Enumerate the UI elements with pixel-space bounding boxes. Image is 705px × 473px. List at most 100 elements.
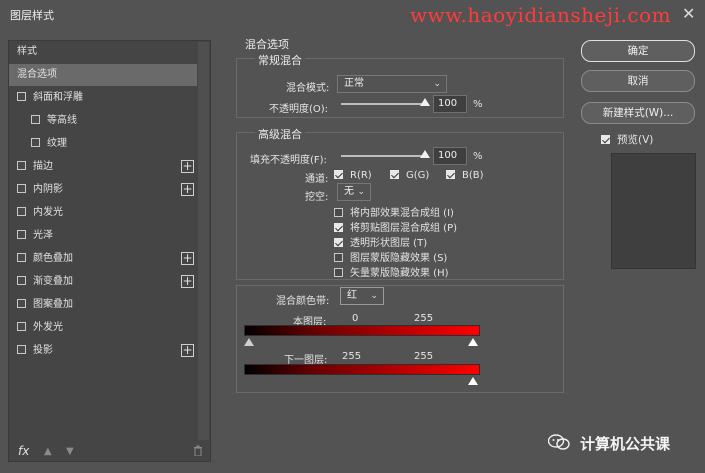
checkbox[interactable] bbox=[17, 276, 26, 285]
sidebar-item-bevel-emboss[interactable]: 斜面和浮雕 bbox=[9, 87, 197, 109]
sidebar-item-contour[interactable]: 等高线 bbox=[9, 110, 197, 132]
sidebar-item-label: 颜色叠加 bbox=[33, 253, 73, 264]
opacity-label: 不透明度(O): bbox=[269, 104, 329, 115]
fill-opacity-input[interactable]: 100 bbox=[433, 147, 467, 165]
advanced-blending-heading: 高级混合 bbox=[255, 126, 305, 142]
this-layer-high-value: 255 bbox=[414, 313, 434, 324]
this-layer-black-slider[interactable] bbox=[244, 338, 254, 346]
checkbox[interactable] bbox=[17, 184, 26, 193]
channel-b-checkbox[interactable]: B(B) bbox=[446, 170, 484, 181]
wechat-icon bbox=[547, 434, 570, 450]
opacity-unit: % bbox=[473, 99, 483, 110]
knockout-select[interactable]: 无 ⌄ bbox=[337, 183, 371, 201]
checkbox[interactable] bbox=[334, 170, 343, 179]
sidebar-item-color-overlay[interactable]: 颜色叠加 + bbox=[9, 248, 197, 270]
checkbox[interactable] bbox=[17, 161, 26, 170]
watermark-text: www.haoyidiansheji.com bbox=[410, 3, 672, 27]
dialog-title: 图层样式 bbox=[10, 9, 54, 22]
fill-opacity-unit: % bbox=[473, 151, 483, 162]
blend-mode-select[interactable]: 正常 ⌄ bbox=[337, 75, 447, 93]
channel-g-checkbox[interactable]: G(G) bbox=[390, 170, 429, 181]
sidebar-item-label: 图案叠加 bbox=[33, 299, 73, 310]
add-icon[interactable]: + bbox=[181, 183, 194, 196]
checkbox[interactable] bbox=[17, 345, 26, 354]
checkbox[interactable] bbox=[17, 230, 26, 239]
chevron-down-icon: ⌄ bbox=[357, 187, 365, 197]
sidebar-item-stroke[interactable]: 描边 + bbox=[9, 156, 197, 178]
checkbox[interactable] bbox=[446, 170, 455, 179]
underlying-white-slider[interactable] bbox=[468, 377, 478, 385]
blend-if-select[interactable]: 红 ⌄ bbox=[340, 287, 384, 305]
option-transparency-shapes[interactable]: 透明形状图层 (T) bbox=[334, 234, 427, 249]
checkbox[interactable] bbox=[17, 253, 26, 262]
checkbox[interactable] bbox=[334, 253, 343, 262]
sidebar-item-pattern-overlay[interactable]: 图案叠加 bbox=[9, 294, 197, 316]
opacity-input[interactable]: 100 bbox=[433, 95, 467, 113]
close-icon[interactable]: ✕ bbox=[682, 4, 695, 23]
sidebar-item-styles[interactable]: 样式 bbox=[9, 41, 197, 63]
chevron-down-icon: ⌄ bbox=[433, 79, 441, 89]
sidebar-item-blending-options[interactable]: 混合选项 bbox=[9, 64, 197, 86]
checkbox[interactable] bbox=[601, 135, 610, 144]
option-blend-interior-effects[interactable]: 将内部效果混合成组 (I) bbox=[334, 204, 454, 219]
sidebar-item-label: 等高线 bbox=[47, 115, 77, 126]
blend-if-label: 混合颜色带: bbox=[276, 296, 330, 307]
checkbox[interactable] bbox=[334, 268, 343, 277]
ok-button[interactable]: 确定 bbox=[581, 40, 695, 62]
checkbox[interactable] bbox=[390, 170, 399, 179]
add-icon[interactable]: + bbox=[181, 160, 194, 173]
fill-opacity-slider-knob[interactable] bbox=[420, 150, 430, 158]
sidebar-item-inner-shadow[interactable]: 内阴影 + bbox=[9, 179, 197, 201]
sidebar-item-label: 外发光 bbox=[33, 322, 63, 333]
sidebar-scrollbar[interactable] bbox=[198, 42, 209, 440]
checkbox[interactable] bbox=[17, 299, 26, 308]
this-layer-gradient-bar bbox=[244, 325, 480, 336]
sidebar-item-inner-glow[interactable]: 内发光 bbox=[9, 202, 197, 224]
sidebar-item-label: 投影 bbox=[33, 345, 53, 356]
sidebar-item-label: 样式 bbox=[17, 46, 37, 57]
fx-icon[interactable]: fx bbox=[18, 444, 29, 458]
add-icon[interactable]: + bbox=[181, 344, 194, 357]
checkbox[interactable] bbox=[17, 207, 26, 216]
sidebar-item-drop-shadow[interactable]: 投影 + bbox=[9, 340, 197, 362]
sidebar-item-label: 纹理 bbox=[47, 138, 67, 149]
checkbox[interactable] bbox=[31, 138, 40, 147]
checkbox[interactable] bbox=[31, 115, 40, 124]
channels-label: 通道: bbox=[305, 174, 329, 185]
general-blending-heading: 常规混合 bbox=[255, 52, 305, 68]
channel-r-checkbox[interactable]: R(R) bbox=[334, 170, 372, 181]
option-blend-clipped-layers[interactable]: 将剪贴图层混合成组 (P) bbox=[334, 219, 457, 234]
option-vector-mask-hides[interactable]: 矢量蒙版隐藏效果 (H) bbox=[334, 264, 449, 279]
this-layer-white-slider[interactable] bbox=[468, 338, 478, 346]
opacity-slider-track[interactable] bbox=[341, 103, 425, 105]
option-layer-mask-hides[interactable]: 图层蒙版隐藏效果 (S) bbox=[334, 249, 447, 264]
cancel-button[interactable]: 取消 bbox=[581, 70, 695, 92]
trash-icon[interactable] bbox=[193, 445, 203, 459]
add-icon[interactable]: + bbox=[181, 275, 194, 288]
sidebar-item-label: 描边 bbox=[33, 161, 53, 172]
blend-options-heading: 混合选项 bbox=[245, 38, 289, 51]
checkbox[interactable] bbox=[334, 208, 343, 217]
chevron-down-icon: ⌄ bbox=[370, 291, 378, 301]
checkbox[interactable] bbox=[17, 92, 26, 101]
checkbox[interactable] bbox=[17, 322, 26, 331]
move-up-icon[interactable]: ▲ bbox=[44, 446, 52, 457]
fill-opacity-slider-track[interactable] bbox=[341, 155, 425, 157]
checkbox[interactable] bbox=[334, 223, 343, 232]
move-down-icon[interactable]: ▼ bbox=[66, 446, 74, 457]
style-preview-box bbox=[611, 153, 696, 269]
opacity-slider-knob[interactable] bbox=[420, 98, 430, 106]
effects-sidebar: 样式 混合选项 斜面和浮雕 等高线 纹理 描边 + 内阴影 + 内发光 光泽 颜色叠… bbox=[8, 40, 211, 462]
this-layer-low-value: 0 bbox=[352, 313, 359, 324]
sidebar-item-outer-glow[interactable]: 外发光 bbox=[9, 317, 197, 339]
sidebar-item-satin[interactable]: 光泽 bbox=[9, 225, 197, 247]
checkbox[interactable] bbox=[334, 238, 343, 247]
underlying-low-value: 255 bbox=[342, 351, 362, 362]
new-style-button[interactable]: 新建样式(W)... bbox=[581, 102, 695, 124]
preview-checkbox[interactable]: 预览(V) bbox=[601, 132, 653, 147]
sidebar-item-texture[interactable]: 纹理 bbox=[9, 133, 197, 155]
fill-opacity-label: 填充不透明度(F): bbox=[250, 155, 327, 166]
add-icon[interactable]: + bbox=[181, 252, 194, 265]
brand-text: 计算机公共课 bbox=[580, 435, 671, 453]
sidebar-item-gradient-overlay[interactable]: 渐变叠加 + bbox=[9, 271, 197, 293]
